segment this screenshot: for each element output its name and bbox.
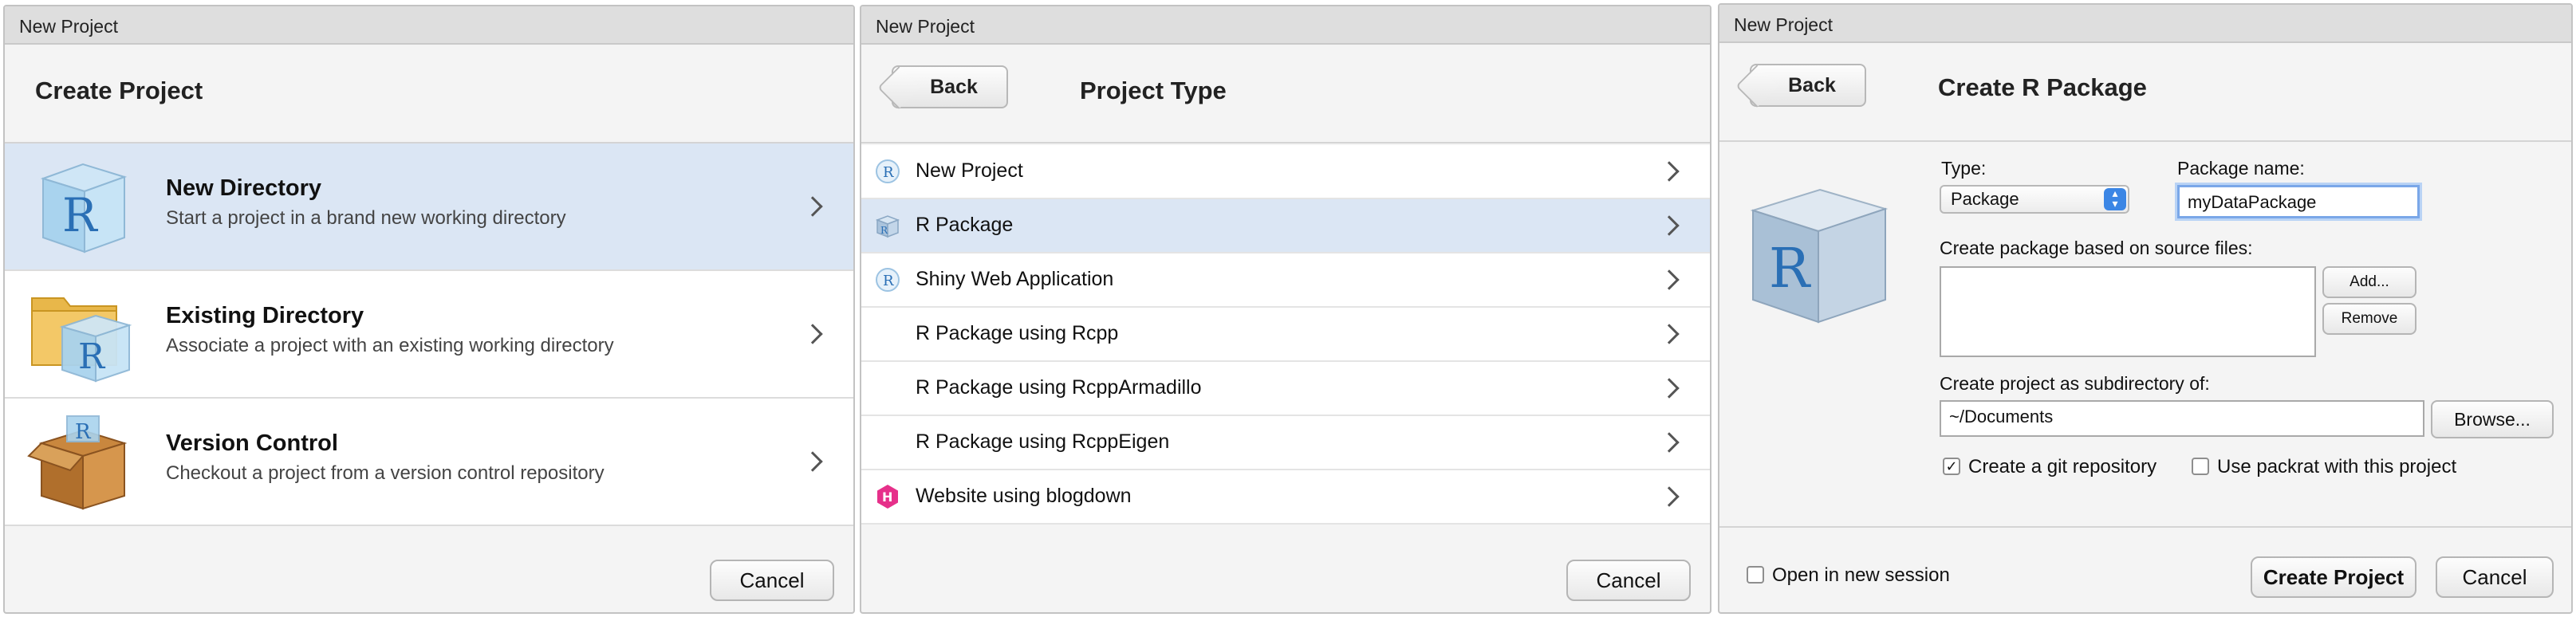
- subdirectory-label: Create project as subdirectory of:: [1940, 373, 2210, 394]
- svg-text:R: R: [1769, 238, 1811, 301]
- create-project-dialog: New Project Create Project R New Directo…: [3, 5, 855, 614]
- option-title: Existing Directory: [166, 303, 364, 328]
- folder-r-icon: R: [31, 297, 132, 383]
- r-cube-icon: R: [40, 163, 128, 253]
- option-title: Version Control: [166, 430, 338, 456]
- svg-text:R: R: [78, 336, 106, 377]
- cancel-button[interactable]: Cancel: [1566, 560, 1691, 601]
- git-label: Create a git repository: [1968, 456, 2157, 477]
- source-files-list[interactable]: [1940, 266, 2316, 357]
- option-title: New Directory: [166, 175, 322, 201]
- packrat-label: Use packrat with this project: [2217, 456, 2457, 477]
- type-select[interactable]: Package ▴ ▾: [1940, 185, 2129, 214]
- hugo-icon: H: [877, 485, 898, 509]
- type-label: Type:: [1941, 158, 1987, 179]
- open-session-label: Open in new session: [1772, 564, 1950, 586]
- option-version-control[interactable]: R Version Control Checkout a project fro…: [5, 399, 853, 526]
- type-label: Shiny Web Application: [916, 268, 1114, 290]
- back-label: Back: [1788, 73, 1836, 96]
- type-label: New Project: [916, 159, 1023, 182]
- option-subtitle: Associate a project with an existing wor…: [166, 335, 614, 356]
- dialog-header: Back Project Type: [861, 45, 1710, 143]
- option-subtitle: Start a project in a brand new working d…: [166, 207, 566, 229]
- package-name-value: myDataPackage: [2188, 192, 2317, 212]
- svg-text:H: H: [882, 489, 892, 505]
- type-rcppeigen[interactable]: R Package using RcppEigen: [861, 416, 1710, 470]
- chevron-right-icon: [1659, 161, 1680, 182]
- subdirectory-value: ~/Documents: [1949, 407, 2054, 426]
- r-circle-icon: R: [876, 268, 900, 292]
- remove-button[interactable]: Remove: [2322, 303, 2416, 335]
- chevron-right-icon: [802, 451, 823, 472]
- chevron-right-icon: [802, 196, 823, 217]
- cancel-button[interactable]: Cancel: [710, 560, 834, 601]
- svg-text:R: R: [883, 273, 894, 289]
- source-files-label: Create package based on source files:: [1940, 238, 2253, 258]
- chevron-right-icon: [1659, 378, 1680, 399]
- type-r-package[interactable]: R R Package: [861, 199, 1710, 253]
- r-package-icon: R: [1750, 188, 1889, 324]
- box-icon: R: [27, 415, 128, 510]
- type-label: R Package using RcppEigen: [916, 430, 1170, 453]
- type-label: Website using blogdown: [916, 485, 1132, 507]
- svg-text:R: R: [880, 225, 888, 236]
- git-checkbox[interactable]: ✓: [1943, 458, 1960, 475]
- option-new-directory[interactable]: R New Directory Start a project in a bra…: [5, 143, 853, 271]
- chevron-right-icon: [1659, 432, 1680, 453]
- option-existing-directory[interactable]: R Existing Directory Associate a project…: [5, 271, 853, 399]
- footer-divider: [1719, 526, 2571, 528]
- type-label: R Package using RcppArmadillo: [916, 376, 1202, 399]
- page-title: Project Type: [1080, 77, 1227, 104]
- back-button[interactable]: Back: [1750, 64, 1866, 107]
- dialog-header: Create Project: [5, 45, 853, 143]
- browse-button[interactable]: Browse...: [2431, 400, 2554, 438]
- type-label: R Package using Rcpp: [916, 322, 1119, 344]
- open-session-checkbox[interactable]: [1747, 566, 1764, 584]
- chevron-right-icon: [1659, 486, 1680, 507]
- add-button[interactable]: Add...: [2322, 266, 2416, 298]
- type-select-value: Package: [1951, 189, 2019, 209]
- type-rcpparmadillo[interactable]: R Package using RcppArmadillo: [861, 362, 1710, 416]
- type-new-project[interactable]: R New Project: [861, 145, 1710, 199]
- project-option-list: R New Directory Start a project in a bra…: [5, 143, 853, 526]
- subdirectory-input[interactable]: ~/Documents: [1940, 400, 2424, 437]
- cancel-button[interactable]: Cancel: [2436, 556, 2554, 598]
- r-circle-icon: R: [876, 159, 900, 183]
- svg-text:R: R: [62, 188, 99, 242]
- type-label: R Package: [916, 214, 1014, 236]
- chevron-right-icon: [802, 324, 823, 344]
- type-shiny-app[interactable]: R Shiny Web Application: [861, 253, 1710, 308]
- option-subtitle: Checkout a project from a version contro…: [166, 462, 605, 484]
- packrat-checkbox[interactable]: [2192, 458, 2209, 475]
- type-rcpp[interactable]: R Package using Rcpp: [861, 308, 1710, 362]
- project-type-dialog: New Project Back Project Type R New Proj…: [860, 5, 1711, 614]
- window-title: New Project: [5, 6, 853, 45]
- page-title: Create Project: [35, 77, 203, 104]
- back-button[interactable]: Back: [892, 65, 1008, 108]
- svg-text:R: R: [75, 420, 92, 444]
- select-arrows-icon: ▴ ▾: [2104, 187, 2126, 210]
- window-title: New Project: [1719, 5, 2571, 43]
- chevron-right-icon: [1659, 269, 1680, 290]
- back-label: Back: [930, 75, 978, 98]
- create-project-button[interactable]: Create Project: [2251, 556, 2416, 598]
- project-type-list: R New Project R R Package R Shiny Web Ap…: [861, 145, 1710, 525]
- create-r-package-dialog: New Project Back Create R Package R Type…: [1718, 3, 2573, 614]
- type-blogdown[interactable]: H Website using blogdown: [861, 470, 1710, 525]
- chevron-right-icon: [1659, 215, 1680, 236]
- chevron-right-icon: [1659, 324, 1680, 344]
- page-title: Create R Package: [1938, 73, 2147, 101]
- r-package-icon: R: [875, 215, 900, 238]
- svg-text:R: R: [883, 164, 894, 181]
- dialog-header: Back Create R Package: [1719, 43, 2571, 142]
- package-name-label: Package name:: [2177, 158, 2305, 179]
- window-title: New Project: [861, 6, 1710, 45]
- package-name-input[interactable]: myDataPackage: [2177, 185, 2420, 218]
